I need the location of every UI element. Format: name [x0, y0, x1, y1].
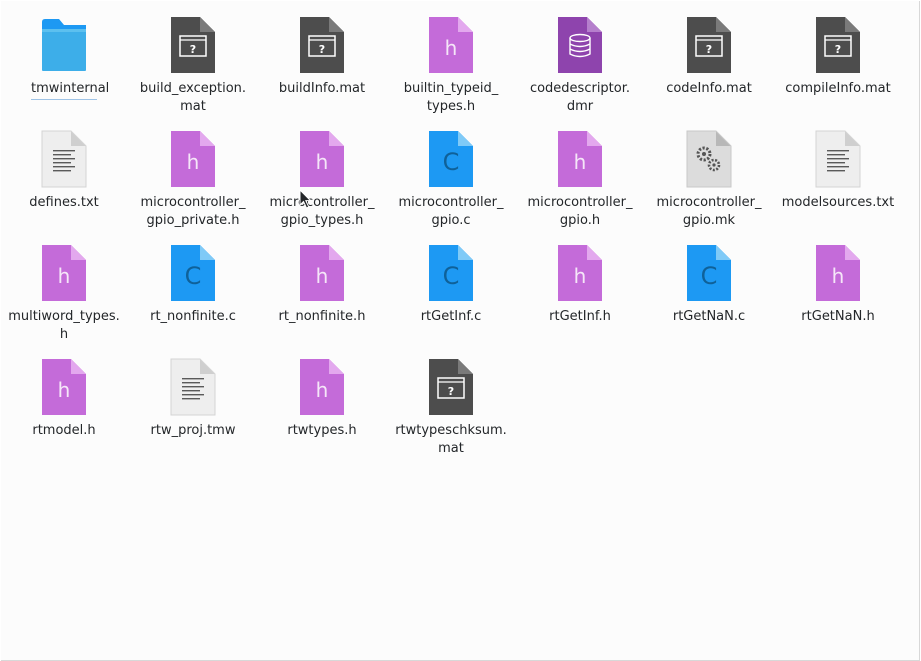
header-file-icon: h: [299, 130, 345, 188]
c-source-file-icon: C: [428, 244, 474, 302]
file-name-label: compileInfo.mat: [785, 81, 891, 96]
file-item[interactable]: h rtGetNaN.h: [775, 230, 901, 342]
file-name-label: microcontroller_ gpio.mk: [656, 195, 762, 228]
file-name-label: build_exception. mat: [139, 81, 247, 114]
file-item[interactable]: h rtmodel.h: [1, 344, 127, 456]
file-item[interactable]: rtw_proj.tmw: [130, 344, 256, 456]
file-item[interactable]: Cmicrocontroller_ gpio.c: [388, 116, 514, 228]
header-file-icon: h: [299, 244, 345, 302]
file-name-label: rt_nonfinite.h: [278, 309, 366, 324]
file-item[interactable]: codedescriptor. dmr: [517, 2, 643, 114]
file-item[interactable]: ? buildInfo.mat: [259, 2, 385, 114]
svg-text:h: h: [187, 150, 200, 174]
file-name-label: rtw_proj.tmw: [150, 423, 236, 438]
makefile-gear-icon: [686, 130, 732, 188]
file-name-label: builtin_typeid_ types.h: [403, 81, 499, 114]
file-item[interactable]: h rt_nonfinite.h: [259, 230, 385, 342]
svg-text:h: h: [316, 150, 329, 174]
c-source-file-icon: C: [428, 130, 474, 188]
text-file-icon: [815, 130, 861, 188]
file-item[interactable]: Crt_nonfinite.c: [130, 230, 256, 342]
file-item[interactable]: h multiword_types. h: [1, 230, 127, 342]
svg-text:C: C: [443, 262, 460, 290]
text-file-icon: [41, 130, 87, 188]
header-file-icon: h: [299, 358, 345, 416]
file-name-label: modelsources.txt: [781, 195, 895, 210]
file-name-label: multiword_types. h: [8, 309, 120, 342]
unknown-file-icon: ?: [428, 358, 474, 416]
file-name-label: rt_nonfinite.c: [150, 309, 236, 324]
file-item[interactable]: h microcontroller_ gpio_types.h: [259, 116, 385, 228]
file-name-label: rtGetNaN.c: [672, 309, 746, 324]
svg-text:C: C: [701, 262, 718, 290]
file-name-label: rtwtypes.h: [287, 423, 357, 438]
text-file-icon: [170, 358, 216, 416]
header-file-icon: h: [41, 358, 87, 416]
header-file-icon: h: [815, 244, 861, 302]
file-item[interactable]: h builtin_typeid_ types.h: [388, 2, 514, 114]
svg-text:?: ?: [448, 385, 454, 398]
svg-text:h: h: [574, 150, 587, 174]
svg-text:?: ?: [706, 43, 712, 56]
file-name-label: microcontroller_ gpio.h: [527, 195, 633, 228]
file-name-label: tmwinternal: [31, 80, 109, 100]
file-icon-view[interactable]: tmwinternal? build_exception. mat? buildIn…: [1, 1, 920, 661]
unknown-file-icon: ?: [686, 16, 732, 74]
header-file-icon: h: [557, 244, 603, 302]
file-item[interactable]: ? build_exception. mat: [130, 2, 256, 114]
svg-text:?: ?: [835, 43, 841, 56]
svg-text:?: ?: [319, 43, 325, 56]
database-file-icon: [557, 16, 603, 74]
file-name-label: codeInfo.mat: [666, 81, 752, 96]
file-item[interactable]: CrtGetNaN.c: [646, 230, 772, 342]
header-file-icon: h: [557, 130, 603, 188]
file-item[interactable]: microcontroller_ gpio.mk: [646, 116, 772, 228]
file-item[interactable]: defines.txt: [1, 116, 127, 228]
file-item[interactable]: h microcontroller_ gpio.h: [517, 116, 643, 228]
unknown-file-icon: ?: [815, 16, 861, 74]
file-item[interactable]: modelsources.txt: [775, 116, 901, 228]
file-name-label: microcontroller_ gpio_private.h: [140, 195, 246, 228]
c-source-file-icon: C: [170, 244, 216, 302]
file-name-label: buildInfo.mat: [278, 81, 366, 96]
svg-text:h: h: [445, 36, 458, 60]
svg-text:C: C: [443, 148, 460, 176]
file-item[interactable]: ? compileInfo.mat: [775, 2, 901, 114]
file-item[interactable]: CrtGetInf.c: [388, 230, 514, 342]
file-name-label: codedescriptor. dmr: [529, 81, 631, 114]
svg-text:h: h: [58, 378, 71, 402]
file-name-label: microcontroller_ gpio.c: [398, 195, 504, 228]
svg-text:h: h: [832, 264, 845, 288]
file-item[interactable]: ? rtwtypeschksum. mat: [388, 344, 514, 456]
svg-text:?: ?: [190, 43, 196, 56]
svg-text:C: C: [185, 262, 202, 290]
header-file-icon: h: [170, 130, 216, 188]
c-source-file-icon: C: [686, 244, 732, 302]
file-item[interactable]: tmwinternal: [1, 2, 127, 114]
svg-text:h: h: [316, 378, 329, 402]
file-item[interactable]: h microcontroller_ gpio_private.h: [130, 116, 256, 228]
file-name-label: rtGetInf.c: [420, 309, 482, 324]
file-name-label: microcontroller_ gpio_types.h: [269, 195, 375, 228]
folder-icon: [41, 16, 87, 74]
svg-text:h: h: [574, 264, 587, 288]
svg-text:h: h: [316, 264, 329, 288]
file-name-label: rtGetInf.h: [549, 309, 611, 324]
svg-text:h: h: [58, 264, 71, 288]
file-name-label: defines.txt: [29, 195, 99, 210]
header-file-icon: h: [428, 16, 474, 74]
unknown-file-icon: ?: [170, 16, 216, 74]
header-file-icon: h: [41, 244, 87, 302]
file-item[interactable]: h rtwtypes.h: [259, 344, 385, 456]
unknown-file-icon: ?: [299, 16, 345, 74]
file-item[interactable]: ? codeInfo.mat: [646, 2, 772, 114]
file-item[interactable]: h rtGetInf.h: [517, 230, 643, 342]
file-name-label: rtwtypeschksum. mat: [395, 423, 507, 456]
file-name-label: rtGetNaN.h: [801, 309, 875, 324]
file-name-label: rtmodel.h: [32, 423, 96, 438]
